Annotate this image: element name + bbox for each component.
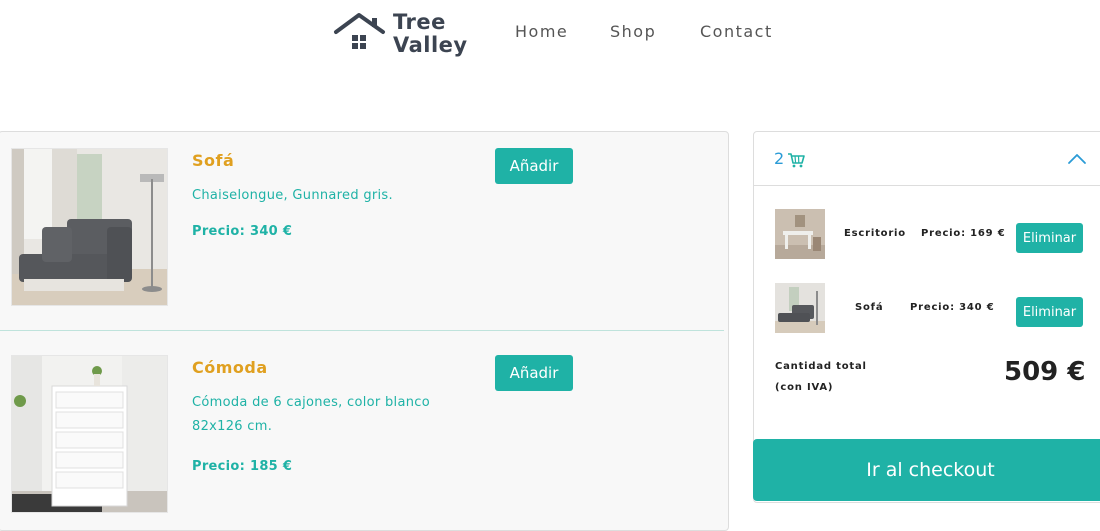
product-list: Sofá Chaiselongue, Gunnared gris. Precio… [0,131,729,531]
cart-count: 2 [774,149,784,168]
product-description: Cómoda de 6 cajones, color blanco 82x126… [192,391,477,439]
checkout-button[interactable]: Ir al checkout [753,439,1100,501]
remove-item-button[interactable]: Eliminar [1016,223,1083,253]
add-to-cart-button[interactable]: Añadir [495,148,573,184]
cart-item: Sofá Precio: 340 € Eliminar [754,283,1100,333]
product-description: Chaiselongue, Gunnared gris. [192,184,477,208]
total-label-line1: Cantidad total [775,356,867,377]
cart-item-image [775,283,825,333]
product-image-comoda [11,355,168,513]
shopping-cart-icon [787,152,805,168]
site-header: Tree Valley Home Shop Contact [0,0,1100,70]
total-label: Cantidad total (con IVA) [775,356,867,398]
cart-item-image [775,209,825,259]
total-amount: 509 € [1004,357,1085,387]
chevron-up-icon[interactable] [1067,152,1087,166]
nav-shop-link[interactable]: Shop [610,22,656,41]
cart-item-name: Escritorio [844,228,906,239]
cart-item: Escritorio Precio: 169 € Eliminar [754,209,1100,259]
brand-name-line1: Tree [393,10,446,34]
cart-item-price: Precio: 340 € [910,302,994,313]
brand-name-line2: Valley [393,33,468,57]
product-price: Precio: 340 € [192,224,292,239]
product-title: Cómoda [192,358,268,377]
product-price: Precio: 185 € [192,459,292,474]
remove-item-button[interactable]: Eliminar [1016,297,1083,327]
brand-logo[interactable]: Tree Valley [333,10,473,60]
nav-contact-link[interactable]: Contact [700,22,773,41]
cart-item-name: Sofá [855,302,883,313]
product-divider [0,330,724,331]
add-to-cart-button[interactable]: Añadir [495,355,573,391]
product-title: Sofá [192,151,234,170]
total-label-line2: (con IVA) [775,377,867,398]
cart-header[interactable]: 2 [754,132,1100,186]
product-card: Sofá Chaiselongue, Gunnared gris. Precio… [0,132,724,322]
house-logo-icon [333,12,388,52]
product-card: Cómoda Cómoda de 6 cajones, color blanco… [0,339,724,529]
product-image-sofa [11,148,168,306]
nav-home-link[interactable]: Home [515,22,568,41]
cart-item-price: Precio: 169 € [921,228,1005,239]
